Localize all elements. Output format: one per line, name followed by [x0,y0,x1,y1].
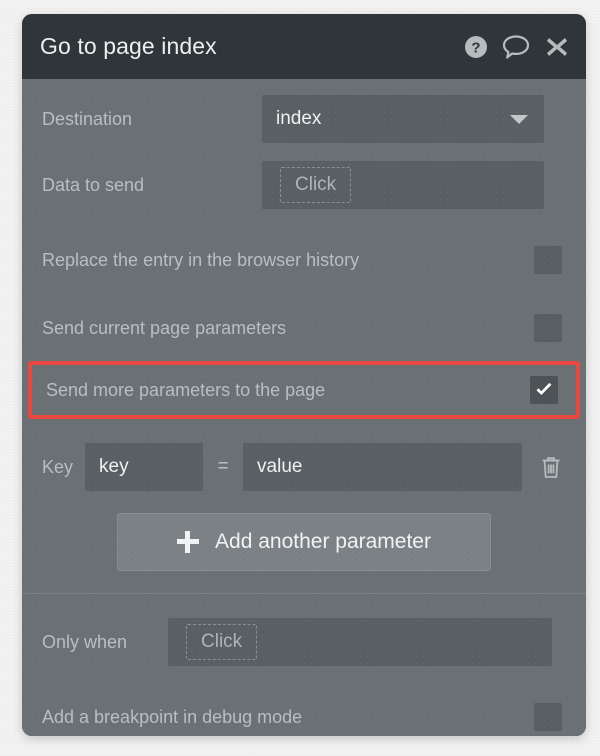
send-more-params-checkbox[interactable] [530,376,558,404]
checkmark-icon [536,383,552,395]
replace-history-checkbox[interactable] [534,246,562,274]
data-to-send-input[interactable]: Click [262,161,544,209]
send-current-params-checkbox[interactable] [534,314,562,342]
add-parameter-label: Add another parameter [215,530,431,553]
send-current-params-row[interactable]: Send current page parameters [22,301,586,355]
equals-separator: = [217,456,229,477]
key-input[interactable]: key [85,443,204,491]
dialog-window: Go to page index ? Destination index Dat… [22,14,586,736]
table-row: Key key = value [22,435,586,499]
title-bar: Go to page index ? [22,14,586,79]
add-parameter-button[interactable]: Add another parameter [117,513,491,571]
data-to-send-placeholder: Click [295,174,337,195]
plus-icon [177,531,200,553]
page-title: Go to page index [40,33,217,59]
destination-dropdown[interactable]: index [262,95,544,143]
only-when-placeholder: Click [201,631,243,652]
breakpoint-label: Add a breakpoint in debug mode [42,706,303,727]
chevron-down-icon [510,114,528,124]
add-parameter-row: Add another parameter [22,499,586,593]
value-input-value: value [257,456,303,477]
trash-icon[interactable] [534,454,568,480]
breakpoint-checkbox[interactable] [534,703,562,731]
help-circle-icon[interactable]: ? [464,35,488,59]
key-input-value: key [99,456,129,477]
only-when-placeholder-chip: Click [186,624,258,660]
comment-bubble-icon[interactable] [502,34,530,60]
destination-label: Destination [42,108,133,129]
replace-history-row[interactable]: Replace the entry in the browser history [22,233,586,287]
send-current-params-label: Send current page parameters [42,317,287,338]
data-to-send-placeholder-chip: Click [280,167,352,203]
destination-row: Destination index [22,93,586,145]
replace-history-label: Replace the entry in the browser history [42,249,360,270]
destination-value: index [276,108,322,129]
only-when-input[interactable]: Click [168,618,552,666]
title-bar-actions: ? [464,34,570,60]
send-more-params-row[interactable]: Send more parameters to the page [32,365,576,415]
value-input[interactable]: value [243,443,522,491]
key-label: Key [42,456,74,477]
close-icon[interactable] [544,34,570,60]
dialog-body: Destination index Data to send Click Rep… [22,79,586,736]
data-to-send-row: Data to send Click [22,159,586,211]
only-when-label: Only when [42,631,128,652]
send-more-params-label: Send more parameters to the page [46,379,326,400]
breakpoint-row[interactable]: Add a breakpoint in debug mode [22,690,586,736]
only-when-row: Only when Click [22,616,586,668]
data-to-send-label: Data to send [42,174,145,195]
svg-text:?: ? [471,39,480,56]
highlight-outline: Send more parameters to the page [28,361,580,419]
